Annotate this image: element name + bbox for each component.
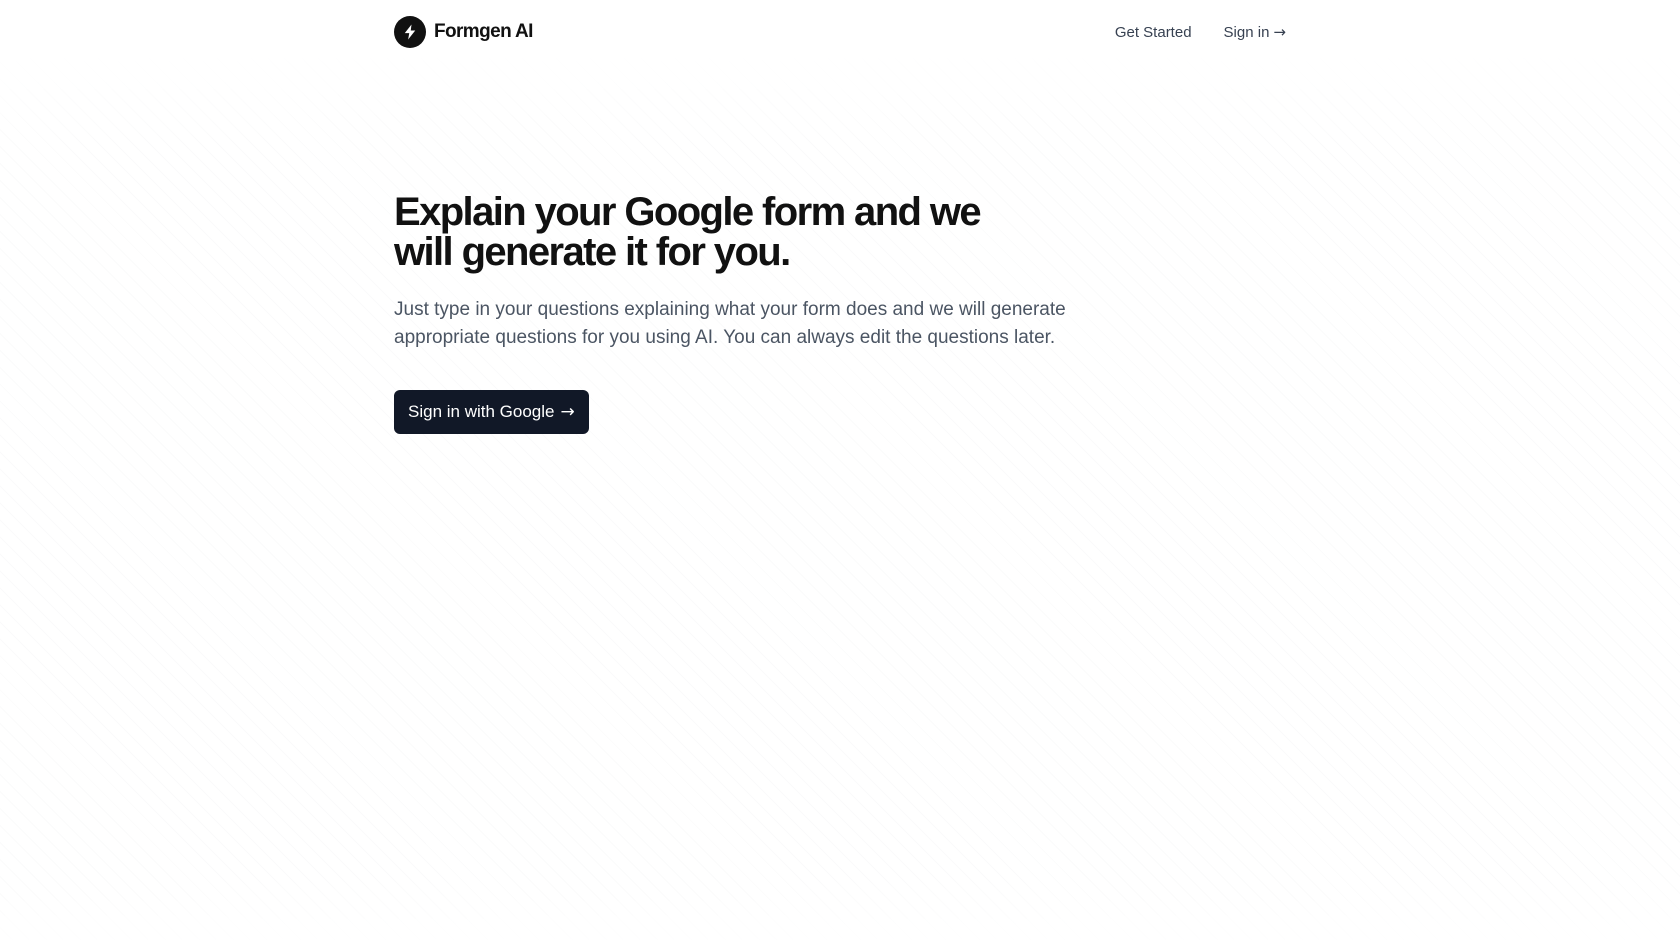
brand-logo-link[interactable]: Formgen AI: [394, 16, 533, 48]
page: Formgen AI Get Started Sign in → Explain…: [0, 0, 1680, 945]
hero-section: Explain your Google form and we will gen…: [394, 192, 1114, 434]
hero-description: Just type in your questions explaining w…: [394, 299, 1066, 348]
get-started-link[interactable]: Get Started: [1115, 24, 1192, 41]
top-nav: Get Started Sign in →: [1115, 23, 1286, 41]
lightning-bolt-icon: [394, 16, 426, 48]
cta-label: Sign in with Google: [408, 402, 555, 421]
sign-in-with-google-button[interactable]: Sign in with Google →: [394, 390, 589, 434]
sign-in-link[interactable]: Sign in →: [1224, 23, 1286, 41]
arrow-right-icon: →: [1273, 23, 1286, 41]
site-header: Formgen AI Get Started Sign in →: [394, 16, 1286, 48]
hero-title: Explain your Google form and we will gen…: [394, 190, 982, 274]
brand-name: Formgen AI: [434, 21, 533, 42]
sign-in-label: Sign in: [1223, 23, 1270, 41]
arrow-right-icon: →: [560, 402, 575, 422]
